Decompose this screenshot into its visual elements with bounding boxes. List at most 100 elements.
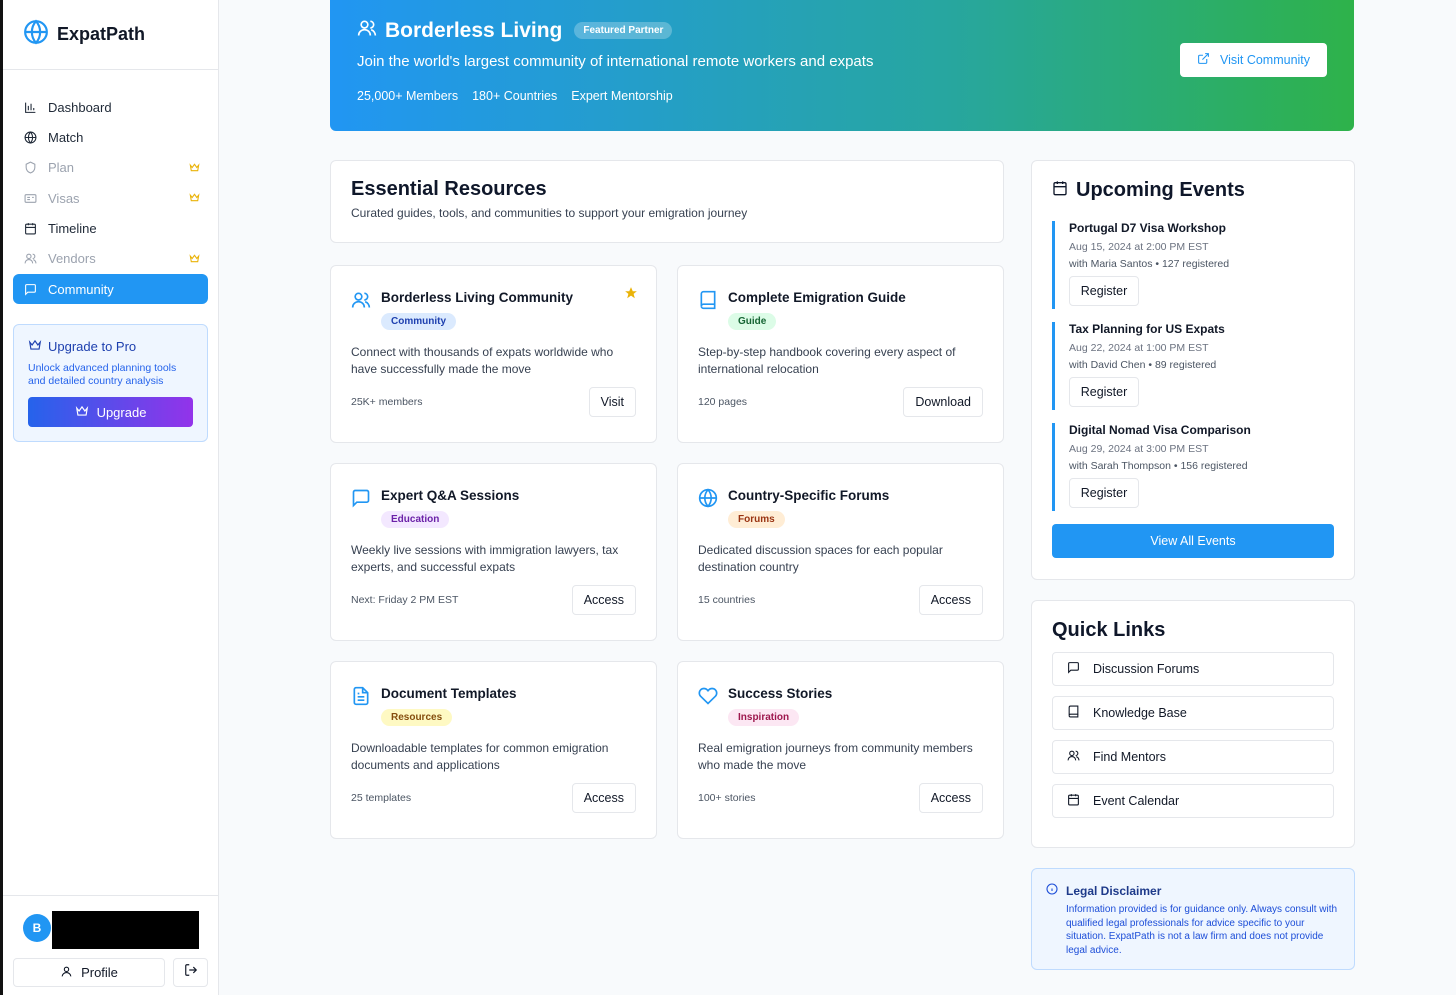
register-button[interactable]: Register (1069, 377, 1139, 407)
message-icon (351, 488, 371, 508)
quick-link-event-calendar[interactable]: Event Calendar (1052, 784, 1334, 818)
upgrade-promo: Upgrade to Pro Unlock advanced planning … (13, 324, 208, 443)
resource-description: Real emigration journeys from community … (698, 741, 973, 772)
upgrade-title: Upgrade to Pro (28, 338, 193, 355)
resource-card: Country-Specific Forums Forums Dedicated… (677, 463, 1004, 641)
quick-links-panel: Quick Links Discussion Forums Knowledge … (1031, 600, 1355, 848)
message-icon (23, 282, 37, 296)
profile-button[interactable]: Profile (13, 958, 165, 987)
category-badge: Inspiration (728, 709, 800, 726)
stat-mentorship: Expert Mentorship (571, 89, 673, 103)
visit-community-button[interactable]: Visit Community (1180, 43, 1327, 77)
featured-badge: Featured Partner (574, 22, 673, 39)
sidebar-item-dashboard[interactable]: Dashboard (13, 92, 208, 122)
access-button[interactable]: Access (918, 783, 983, 813)
quick-link-knowledge-base[interactable]: Knowledge Base (1052, 696, 1334, 730)
sidebar-item-label: Timeline (48, 221, 97, 237)
event-title: Tax Planning for US Expats (1069, 322, 1225, 336)
register-button[interactable]: Register (1069, 276, 1139, 306)
visit-button[interactable]: Visit (588, 387, 636, 417)
logout-button[interactable] (173, 958, 208, 987)
users-icon (357, 18, 377, 43)
disclaimer-title-text: Legal Disclaimer (1066, 883, 1162, 898)
event-host: with David Chen • 89 registered (1069, 359, 1217, 371)
events-title: Upcoming Events (1076, 179, 1245, 201)
sidebar-item-label: Vendors (48, 251, 96, 267)
download-button[interactable]: Download (903, 387, 983, 417)
event-host: with Sarah Thompson • 156 registered (1069, 460, 1248, 472)
sidebar-item-plan[interactable]: Plan (13, 153, 208, 183)
event-item: Tax Planning for US Expats Aug 22, 2024 … (1052, 322, 1334, 410)
sidebar-item-match[interactable]: Match (13, 122, 208, 152)
event-title: Digital Nomad Visa Comparison (1069, 423, 1251, 437)
access-button[interactable]: Access (918, 585, 983, 615)
resource-meta: 25K+ members (351, 396, 423, 408)
crown-icon (75, 404, 89, 421)
register-button[interactable]: Register (1069, 478, 1139, 508)
category-badge: Guide (728, 313, 777, 330)
message-icon (1067, 661, 1080, 677)
resource-meta: 15 countries (698, 594, 756, 606)
quick-link-find-mentors[interactable]: Find Mentors (1052, 740, 1334, 774)
sidebar-item-timeline[interactable]: Timeline (13, 214, 208, 244)
category-badge: Community (381, 313, 456, 330)
sidebar-item-label: Dashboard (48, 99, 112, 115)
event-item: Digital Nomad Visa Comparison Aug 29, 20… (1052, 423, 1334, 511)
users-icon (1067, 749, 1080, 765)
disclaimer-title: Legal Disclaimer (1046, 883, 1340, 898)
sidebar-item-vendors[interactable]: Vendors (13, 244, 208, 274)
upgrade-title-text: Upgrade to Pro (48, 339, 137, 355)
category-badge: Resources (381, 709, 453, 726)
quick-link-discussion-forums[interactable]: Discussion Forums (1052, 652, 1334, 686)
upgrade-button[interactable]: Upgrade (28, 397, 193, 428)
quick-link-label: Event Calendar (1093, 794, 1180, 808)
resource-meta: Next: Friday 2 PM EST (351, 594, 459, 606)
event-date: Aug 22, 2024 at 1:00 PM EST (1069, 342, 1209, 354)
globe-logo-icon (23, 19, 49, 50)
sidebar-item-label: Visas (48, 190, 80, 206)
sidebar-item-community[interactable]: Community (13, 274, 208, 305)
legal-disclaimer: Legal Disclaimer Information provided is… (1031, 868, 1355, 970)
sidebar-item-visas[interactable]: Visas (13, 183, 208, 213)
resource-title: Success Stories (728, 686, 833, 701)
resource-meta: 25 templates (351, 792, 412, 804)
redacted-username (52, 911, 199, 949)
category-badge: Education (381, 511, 450, 528)
resource-meta: 120 pages (698, 396, 748, 408)
section-subtitle: Curated guides, tools, and communities t… (351, 206, 748, 220)
sidebar-nav: Dashboard Match Plan Visas Timeline Vend… (3, 70, 218, 305)
resource-meta: 100+ stories (698, 792, 756, 804)
calendar-icon (1067, 793, 1080, 809)
essential-resources-header: Essential Resources Curated guides, tool… (330, 160, 1004, 243)
resource-title: Document Templates (381, 686, 517, 701)
calendar-icon (1052, 179, 1068, 202)
disclaimer-text: Information provided is for guidance onl… (1066, 904, 1338, 956)
hero-stats: 25,000+ Members 180+ Countries Expert Me… (357, 89, 673, 103)
view-all-events-button[interactable]: View All Events (1052, 524, 1334, 558)
external-link-icon (1197, 52, 1210, 68)
access-button[interactable]: Access (571, 783, 636, 813)
file-text-icon (351, 686, 371, 706)
resource-card: Expert Q&A Sessions Education Weekly liv… (330, 463, 657, 641)
sidebar: ExpatPath Dashboard Match Plan Visas Tim… (0, 0, 219, 995)
event-date: Aug 29, 2024 at 3:00 PM EST (1069, 443, 1209, 455)
quick-links-title: Quick Links (1052, 619, 1166, 641)
sidebar-item-label: Match (48, 129, 84, 145)
avatar[interactable]: B (23, 914, 51, 942)
shield-icon (23, 161, 37, 175)
sidebar-item-label: Plan (48, 160, 75, 176)
brand[interactable]: ExpatPath (3, 0, 218, 70)
event-date: Aug 15, 2024 at 2:00 PM EST (1069, 241, 1209, 253)
info-icon (1046, 883, 1058, 898)
star-icon (624, 286, 638, 305)
bar-chart-icon (23, 100, 37, 114)
access-button[interactable]: Access (571, 585, 636, 615)
resource-title: Complete Emigration Guide (728, 290, 906, 305)
resource-description: Dedicated discussion spaces for each pop… (698, 543, 943, 574)
crown-icon (28, 338, 42, 355)
heart-icon (698, 686, 718, 706)
resource-description: Step-by-step handbook covering every asp… (698, 345, 956, 376)
resource-description: Weekly live sessions with immigration la… (351, 543, 619, 574)
resource-card: Complete Emigration Guide Guide Step-by-… (677, 265, 1004, 443)
globe-icon (23, 130, 37, 144)
